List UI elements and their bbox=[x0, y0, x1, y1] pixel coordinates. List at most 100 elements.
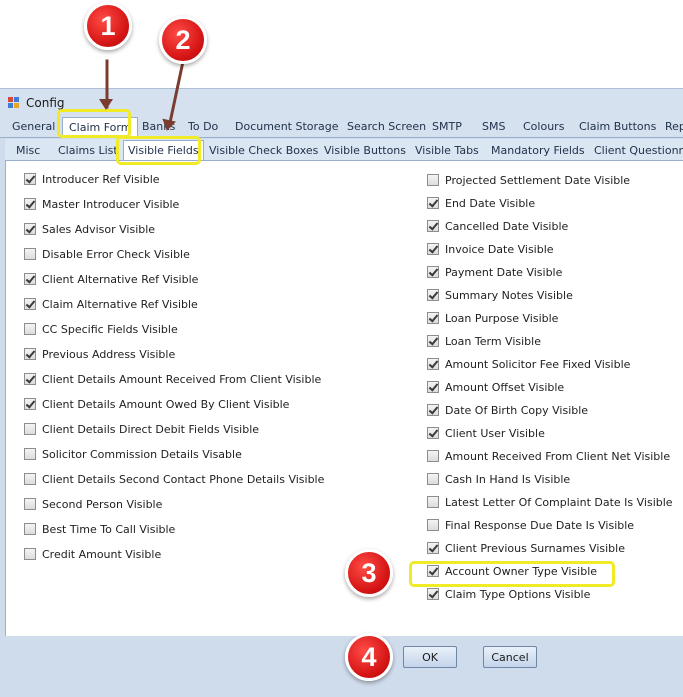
field-checkbox-row[interactable]: Client Details Amount Owed By Client Vis… bbox=[24, 396, 289, 412]
field-checkbox-label: Cancelled Date Visible bbox=[445, 219, 569, 233]
checkbox-unchecked[interactable] bbox=[427, 473, 439, 485]
subtab-visible-fields[interactable]: Visible Fields bbox=[123, 140, 204, 160]
step-3-badge: 3 bbox=[345, 549, 393, 597]
checkbox-unchecked[interactable] bbox=[24, 498, 36, 510]
field-checkbox-label: Client Details Direct Debit Fields Visib… bbox=[42, 422, 260, 436]
checkbox-unchecked[interactable] bbox=[427, 450, 439, 462]
checkbox-checked[interactable] bbox=[24, 173, 36, 185]
checkbox-unchecked[interactable] bbox=[24, 248, 36, 260]
field-checkbox-row[interactable]: Credit Amount Visible bbox=[24, 546, 161, 562]
checkbox-checked[interactable] bbox=[427, 427, 439, 439]
field-checkbox-row[interactable]: Amount Received From Client Net Visible bbox=[427, 448, 670, 464]
field-checkbox-row[interactable]: Client Details Amount Received From Clie… bbox=[24, 371, 321, 387]
tab-claim-form[interactable]: Claim Form bbox=[62, 117, 139, 137]
field-checkbox-row[interactable]: Date Of Birth Copy Visible bbox=[427, 402, 588, 418]
field-checkbox-label: Loan Term Visible bbox=[445, 334, 541, 348]
field-checkbox-row[interactable]: Amount Solicitor Fee Fixed Visible bbox=[427, 356, 630, 372]
checkbox-checked[interactable] bbox=[24, 223, 36, 235]
field-checkbox-row[interactable]: Loan Purpose Visible bbox=[427, 310, 558, 326]
checkbox-unchecked[interactable] bbox=[24, 423, 36, 435]
checkbox-unchecked[interactable] bbox=[24, 323, 36, 335]
field-checkbox-row[interactable]: CC Specific Fields Visible bbox=[24, 321, 178, 337]
checkbox-unchecked[interactable] bbox=[427, 174, 439, 186]
checkbox-checked[interactable] bbox=[427, 404, 439, 416]
ok-button[interactable]: OK bbox=[403, 646, 457, 668]
subtab-claims-list[interactable]: Claims List bbox=[58, 144, 118, 157]
checkbox-unchecked[interactable] bbox=[24, 473, 36, 485]
checkbox-checked[interactable] bbox=[427, 220, 439, 232]
checkbox-checked[interactable] bbox=[427, 197, 439, 209]
field-checkbox-label: Client Details Second Contact Phone Deta… bbox=[42, 472, 325, 486]
subtab-visible-check-boxes[interactable]: Visible Check Boxes bbox=[209, 144, 318, 157]
subtab-misc[interactable]: Misc bbox=[16, 144, 40, 157]
cancel-button[interactable]: Cancel bbox=[483, 646, 537, 668]
field-checkbox-row[interactable]: Second Person Visible bbox=[24, 496, 162, 512]
checkbox-checked[interactable] bbox=[24, 298, 36, 310]
checkbox-unchecked[interactable] bbox=[24, 448, 36, 460]
checkbox-checked[interactable] bbox=[427, 243, 439, 255]
tab-rep[interactable]: Rep bbox=[665, 120, 683, 133]
checkbox-checked[interactable] bbox=[427, 542, 439, 554]
checkbox-checked[interactable] bbox=[24, 348, 36, 360]
subtab-mandatory-fields[interactable]: Mandatory Fields bbox=[491, 144, 585, 157]
field-checkbox-row[interactable]: Best Time To Call Visible bbox=[24, 521, 175, 537]
subtab-visible-tabs[interactable]: Visible Tabs bbox=[415, 144, 479, 157]
checkbox-unchecked[interactable] bbox=[24, 523, 36, 535]
field-checkbox-row[interactable]: Summary Notes Visible bbox=[427, 287, 573, 303]
tab-to-do[interactable]: To Do bbox=[188, 120, 218, 133]
checkbox-checked[interactable] bbox=[24, 398, 36, 410]
checkbox-checked[interactable] bbox=[427, 335, 439, 347]
tab-colours[interactable]: Colours bbox=[523, 120, 564, 133]
dialog-footer: OK Cancel bbox=[0, 636, 683, 697]
checkbox-checked[interactable] bbox=[427, 358, 439, 370]
field-checkbox-row[interactable]: Cancelled Date Visible bbox=[427, 218, 568, 234]
checkbox-checked[interactable] bbox=[24, 198, 36, 210]
field-checkbox-row[interactable]: Client User Visible bbox=[427, 425, 545, 441]
checkbox-checked[interactable] bbox=[24, 373, 36, 385]
field-checkbox-row[interactable]: End Date Visible bbox=[427, 195, 535, 211]
field-checkbox-row[interactable]: Client Details Direct Debit Fields Visib… bbox=[24, 421, 259, 437]
checkbox-checked[interactable] bbox=[427, 289, 439, 301]
checkbox-unchecked[interactable] bbox=[427, 519, 439, 531]
field-checkbox-row[interactable]: Claim Alternative Ref Visible bbox=[24, 296, 198, 312]
checkbox-checked[interactable] bbox=[427, 588, 439, 600]
field-checkbox-row[interactable]: Disable Error Check Visible bbox=[24, 246, 190, 262]
field-checkbox-row[interactable]: Claim Type Options Visible bbox=[427, 586, 590, 602]
tab-sms[interactable]: SMS bbox=[482, 120, 505, 133]
subtab-visible-buttons[interactable]: Visible Buttons bbox=[324, 144, 406, 157]
field-checkbox-row[interactable]: Final Response Due Date Is Visible bbox=[427, 517, 634, 533]
tab-search-screen[interactable]: Search Screen bbox=[347, 120, 426, 133]
field-checkbox-row[interactable]: Cash In Hand Is Visible bbox=[427, 471, 570, 487]
field-checkbox-row[interactable]: Client Details Second Contact Phone Deta… bbox=[24, 471, 324, 487]
tab-claim-buttons[interactable]: Claim Buttons bbox=[579, 120, 656, 133]
checkbox-unchecked[interactable] bbox=[427, 496, 439, 508]
checkbox-checked[interactable] bbox=[427, 565, 439, 577]
field-checkbox-row[interactable]: Client Previous Surnames Visible bbox=[427, 540, 625, 556]
field-checkbox-row[interactable]: Latest Letter Of Complaint Date Is Visib… bbox=[427, 494, 673, 510]
checkbox-unchecked[interactable] bbox=[24, 548, 36, 560]
field-checkbox-row[interactable]: Solicitor Commission Details Visable bbox=[24, 446, 242, 462]
field-checkbox-label: Client User Visible bbox=[445, 426, 545, 440]
field-checkbox-row[interactable]: Projected Settlement Date Visible bbox=[427, 172, 630, 188]
field-checkbox-label: Client Alternative Ref Visible bbox=[42, 272, 199, 286]
field-checkbox-row[interactable]: Account Owner Type Visible bbox=[427, 563, 597, 579]
field-checkbox-row[interactable]: Invoice Date Visible bbox=[427, 241, 554, 257]
checkbox-checked[interactable] bbox=[427, 312, 439, 324]
field-checkbox-row[interactable]: Previous Address Visible bbox=[24, 346, 175, 362]
field-checkbox-row[interactable]: Amount Offset Visible bbox=[427, 379, 564, 395]
field-checkbox-label: Solicitor Commission Details Visable bbox=[42, 447, 242, 461]
tab-general[interactable]: General bbox=[12, 120, 55, 133]
field-checkbox-row[interactable]: Sales Advisor Visible bbox=[24, 221, 155, 237]
checkbox-checked[interactable] bbox=[427, 381, 439, 393]
tab-smtp[interactable]: SMTP bbox=[432, 120, 462, 133]
field-checkbox-row[interactable]: Introducer Ref Visible bbox=[24, 171, 160, 187]
checkbox-checked[interactable] bbox=[24, 273, 36, 285]
field-checkbox-row[interactable]: Loan Term Visible bbox=[427, 333, 541, 349]
subtab-client-questionnaire[interactable]: Client Questionnai bbox=[594, 144, 683, 157]
tab-document-storage[interactable]: Document Storage bbox=[235, 120, 339, 133]
field-checkbox-row[interactable]: Client Alternative Ref Visible bbox=[24, 271, 198, 287]
checkbox-checked[interactable] bbox=[427, 266, 439, 278]
field-checkbox-row[interactable]: Payment Date Visible bbox=[427, 264, 562, 280]
field-checkbox-label: Client Details Amount Owed By Client Vis… bbox=[42, 397, 290, 411]
field-checkbox-row[interactable]: Master Introducer Visible bbox=[24, 196, 179, 212]
